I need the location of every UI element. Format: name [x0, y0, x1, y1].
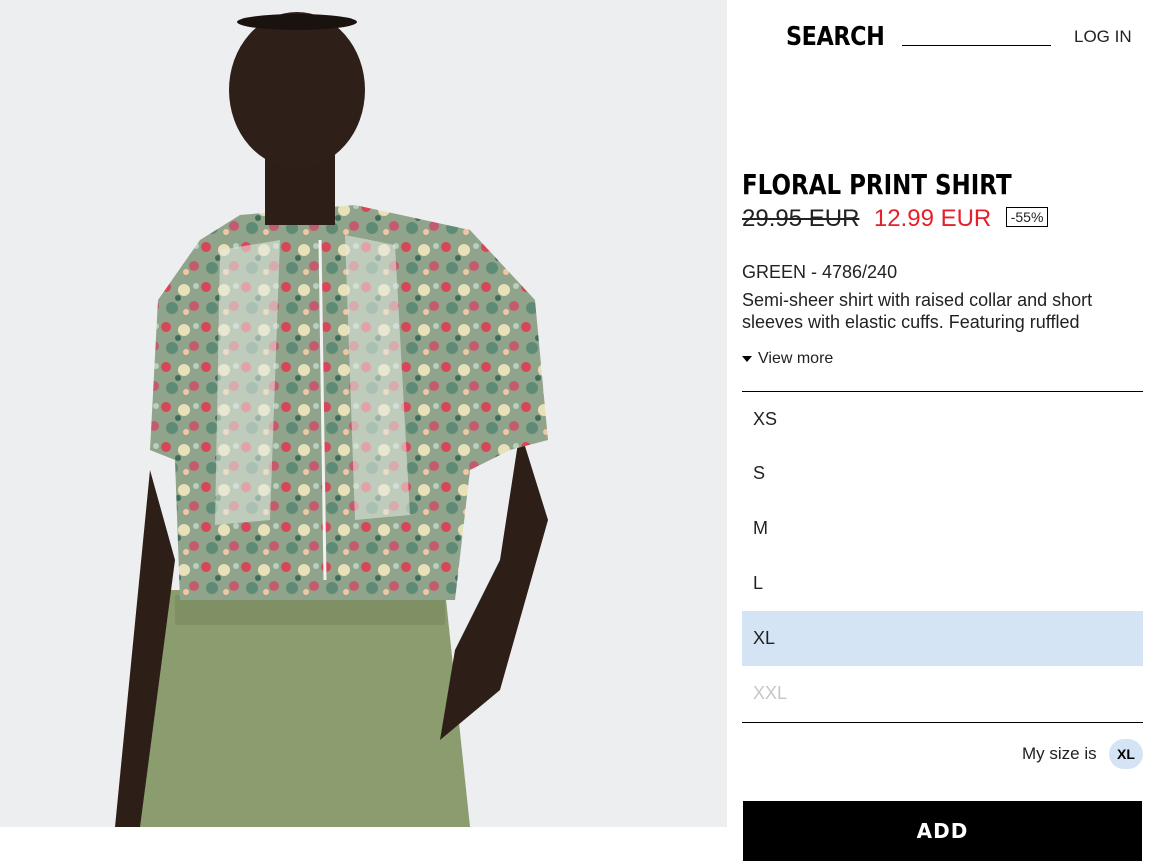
product-description: Semi-sheer shirt with raised collar and … — [742, 290, 1093, 332]
discount-badge: -55% — [1005, 207, 1049, 227]
size-list: XS S M L XL XXL — [742, 391, 1143, 723]
size-option-xs[interactable]: XS — [742, 392, 1143, 446]
search-input[interactable] — [902, 45, 1051, 46]
login-link[interactable]: LOG IN — [1074, 27, 1132, 47]
product-photo — [0, 0, 727, 827]
size-option-s[interactable]: S — [742, 446, 1143, 501]
add-to-cart-button[interactable]: ADD — [743, 801, 1142, 861]
original-price: 29.95 EUR — [742, 205, 860, 232]
size-option-xxl: XXL — [753, 683, 788, 703]
sale-price: 12.99 EUR — [873, 205, 992, 232]
size-option-xl[interactable]: XL — [742, 611, 1143, 666]
size-option-l[interactable]: L — [742, 556, 1143, 611]
price-row: 29.95 EUR 12.99 EUR -55% — [742, 205, 1049, 233]
caret-down-icon — [742, 356, 752, 362]
product-title: FLORAL PRINT SHIRT — [742, 168, 1012, 201]
my-size-badge[interactable]: XL — [1109, 739, 1143, 769]
view-more-label: View more — [758, 350, 834, 367]
color-reference: GREEN - 4786/240 — [742, 262, 898, 282]
my-size-label: My size is — [1022, 744, 1097, 763]
search-label[interactable]: SEARCH — [786, 22, 885, 52]
size-option-m[interactable]: M — [742, 501, 1143, 556]
view-more-link[interactable]: View more — [742, 350, 833, 368]
